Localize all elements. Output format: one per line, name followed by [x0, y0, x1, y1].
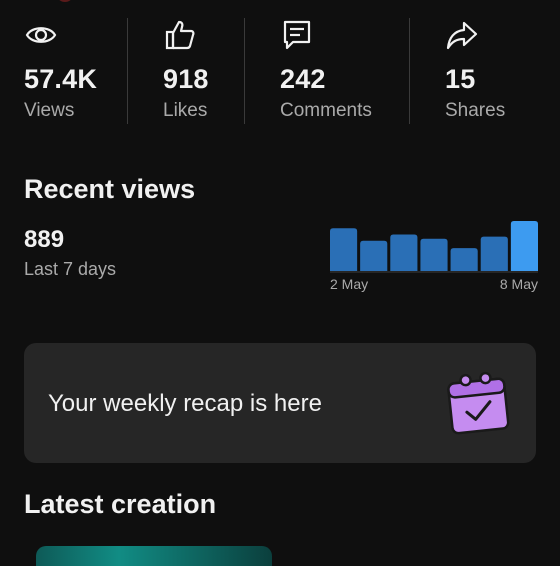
stat-value: 15	[445, 64, 476, 94]
stat-value: 57.4K	[24, 64, 98, 94]
chart-end-label: 8 May	[500, 276, 538, 292]
thumbs-up-icon	[165, 20, 195, 50]
calendar-check-icon	[447, 371, 510, 435]
recent-views-value: 889	[24, 226, 65, 253]
recent-views-subtitle: Last 7 days	[24, 259, 117, 279]
share-icon	[446, 21, 478, 50]
chart-bar	[360, 240, 388, 271]
stat-label: Shares	[445, 100, 506, 121]
stat-label: Comments	[280, 100, 372, 121]
chart-bar	[450, 248, 478, 271]
chart-bar	[480, 236, 508, 271]
chart-start-label: 2 May	[330, 276, 368, 292]
stat-value: 242	[280, 64, 326, 94]
stat-label: Views	[24, 100, 75, 121]
divider	[244, 18, 245, 124]
stats-row: 57.4K Views 918 Likes 242 Comments 15 Sh…	[0, 18, 560, 128]
stat-label: Likes	[163, 100, 208, 121]
latest-creation-title: Latest creation	[24, 489, 217, 519]
chart-bar	[390, 234, 418, 271]
divider	[409, 18, 410, 124]
divider	[127, 18, 128, 124]
chart-bar	[510, 221, 538, 271]
recent-views-chart[interactable]: 2 May 8 May	[328, 218, 540, 298]
recent-views-title: Recent views	[24, 174, 196, 204]
chart-bar	[420, 238, 448, 271]
stat-value: 918	[163, 64, 209, 94]
chart-bar	[330, 228, 358, 271]
latest-creation-thumbnail[interactable]	[36, 546, 272, 566]
eye-icon	[25, 27, 57, 43]
avatar	[58, 0, 72, 2]
recap-text: Your weekly recap is here	[48, 390, 322, 417]
comment-icon	[283, 20, 311, 50]
weekly-recap-card[interactable]: Your weekly recap is here	[24, 343, 536, 463]
